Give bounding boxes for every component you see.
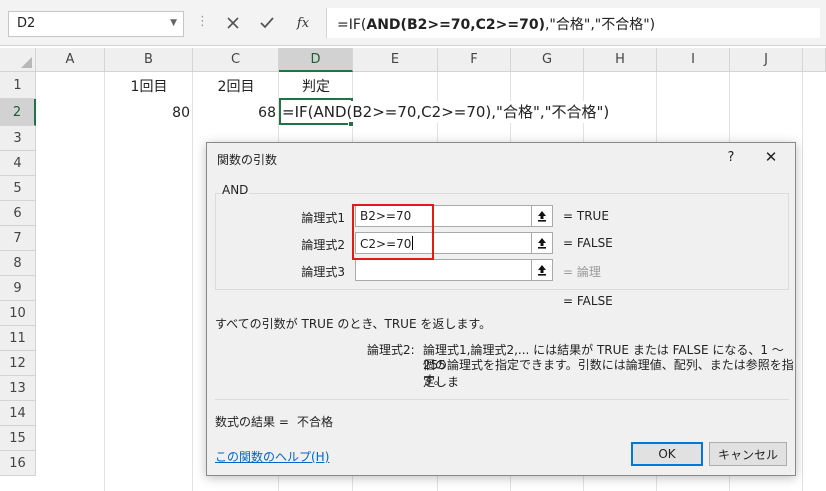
function-name-label: AND [221, 183, 250, 197]
name-box-value: D2 [17, 16, 36, 31]
formula-result-label: 数式の結果 = [215, 415, 289, 429]
cell-d1[interactable]: 判定 [279, 74, 353, 97]
row-header-8[interactable]: 8 [0, 251, 36, 276]
column-header-a[interactable]: A [36, 48, 105, 72]
row-header-12[interactable]: 12 [0, 351, 36, 376]
close-icon[interactable]: ✕ [759, 147, 783, 167]
row-header-3[interactable]: 3 [0, 126, 36, 151]
name-box[interactable]: D2 ▼ [8, 11, 184, 37]
cancel-formula-button[interactable] [220, 8, 246, 38]
row-header-7[interactable]: 7 [0, 226, 36, 251]
arg3-label: 論理式3 [301, 265, 345, 279]
drag-handle-icon[interactable]: ⋮ [196, 14, 210, 29]
arg-description-label: 論理式2: [367, 343, 415, 357]
column-header-overflow[interactable] [803, 48, 826, 72]
row-header-10[interactable]: 10 [0, 301, 36, 326]
formula-bold-part: AND(B2>=70,C2>=70) [366, 17, 545, 33]
insert-function-button[interactable]: fx [290, 8, 316, 38]
enter-formula-button[interactable] [254, 8, 280, 38]
collapse-dialog-icon [538, 211, 546, 222]
column-header-e[interactable]: E [353, 48, 438, 72]
column-header-c[interactable]: C [193, 48, 279, 72]
formula-prefix: =IF( [337, 17, 367, 33]
row-header-14[interactable]: 14 [0, 401, 36, 426]
cell-c1[interactable]: 2回目 [193, 74, 279, 97]
formula-bar: D2 ▼ ⋮ fx =IF(AND(B2>=70,C2>=70),"合格","不… [0, 0, 826, 46]
arg3-collapse-button[interactable] [531, 259, 553, 281]
highlight-box [352, 204, 434, 260]
arg3-input[interactable] [355, 259, 553, 281]
function-description: すべての引数が TRUE のとき、TRUE を返します。 [215, 317, 492, 331]
chevron-down-icon[interactable]: ▼ [170, 18, 177, 28]
cell-b1[interactable]: 1回目 [105, 74, 193, 97]
row-header-9[interactable]: 9 [0, 276, 36, 301]
column-header-h[interactable]: H [584, 48, 657, 72]
ok-button[interactable]: OK [631, 442, 703, 466]
function-arguments-dialog: 関数の引数 ? ✕ AND 論理式1 B2>=70 = TRUE 論理式2 C2… [206, 142, 796, 476]
row-header-15[interactable]: 15 [0, 426, 36, 451]
cell-c2[interactable]: 68 [193, 101, 279, 124]
divider [215, 399, 789, 400]
dialog-title: 関数の引数 [217, 153, 278, 167]
arg-description-line-3: す。 [423, 373, 446, 387]
arg1-result: = TRUE [563, 209, 609, 223]
formula-suffix: ,"合格","不合格") [544, 17, 656, 33]
row-header-16[interactable]: 16 [0, 451, 36, 476]
check-icon [260, 17, 274, 29]
collapse-dialog-icon [538, 265, 546, 276]
arg1-collapse-button[interactable] [531, 205, 553, 227]
row-header-2[interactable]: 2 [0, 99, 36, 126]
cell-edit-text[interactable]: =IF(AND(B2>=70,C2>=70),"合格","不合格") [282, 101, 614, 123]
column-header-b[interactable]: B [105, 48, 193, 72]
row-header-13[interactable]: 13 [0, 376, 36, 401]
gridline [192, 72, 193, 491]
close-icon [227, 17, 239, 29]
gridline [802, 72, 803, 491]
formula-result-value: 不合格 [297, 415, 334, 429]
formula-input[interactable]: =IF(AND(B2>=70,C2>=70),"合格","不合格") [326, 8, 820, 38]
fill-handle[interactable] [348, 121, 354, 127]
arg2-label: 論理式2 [301, 238, 345, 252]
cancel-button[interactable]: キャンセル [709, 442, 787, 466]
arg2-result: = FALSE [563, 236, 613, 250]
column-header-g[interactable]: G [511, 48, 584, 72]
row-header-1[interactable]: 1 [0, 72, 36, 99]
arg2-collapse-button[interactable] [531, 232, 553, 254]
row-header-4[interactable]: 4 [0, 151, 36, 176]
column-header-d[interactable]: D [279, 48, 353, 72]
overall-result: = FALSE [563, 294, 613, 308]
select-all-button[interactable] [0, 48, 36, 72]
function-help-link[interactable]: この関数のヘルプ(H) [215, 448, 329, 465]
gridline [104, 72, 105, 491]
arg1-label: 論理式1 [301, 211, 345, 225]
row-header-5[interactable]: 5 [0, 176, 36, 201]
fx-icon: fx [296, 15, 310, 31]
select-all-icon [21, 57, 32, 68]
help-icon[interactable]: ? [721, 147, 741, 167]
cell-b2[interactable]: 80 [105, 101, 193, 124]
column-header-f[interactable]: F [438, 48, 511, 72]
column-header-i[interactable]: I [657, 48, 730, 72]
row-header-11[interactable]: 11 [0, 326, 36, 351]
row-header-6[interactable]: 6 [0, 201, 36, 226]
collapse-dialog-icon [538, 238, 546, 249]
column-header-j[interactable]: J [730, 48, 803, 72]
arg3-result: = 論理 [563, 265, 601, 279]
